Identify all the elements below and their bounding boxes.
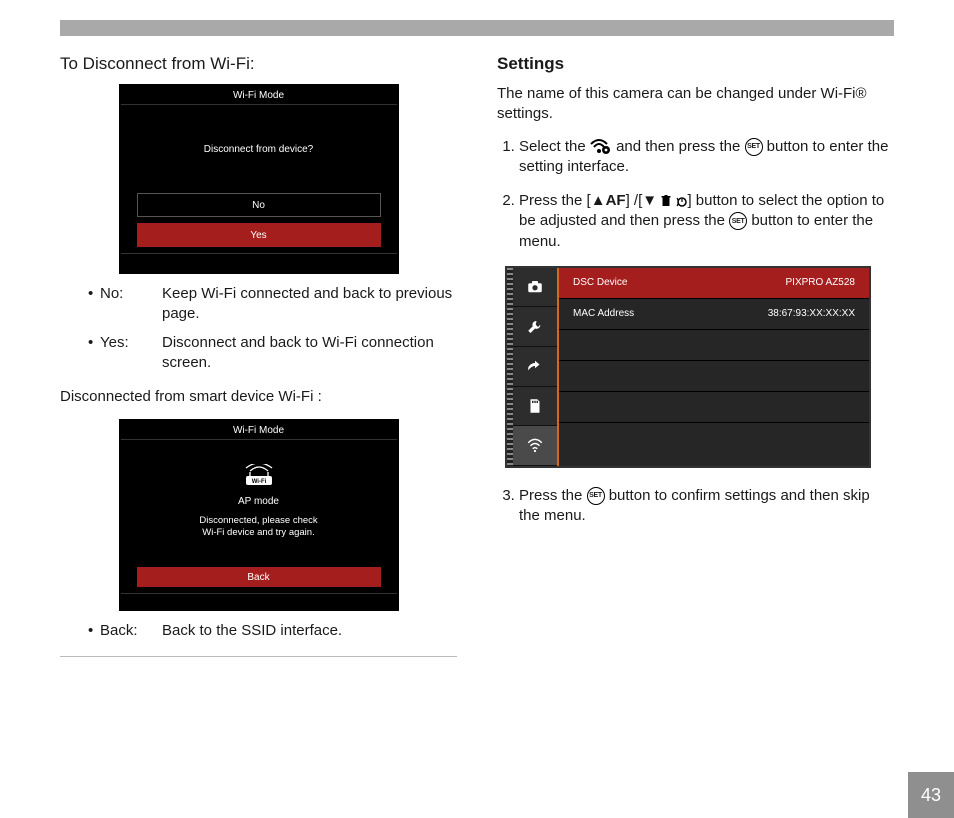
empty-row xyxy=(559,361,869,392)
tab-camera[interactable] xyxy=(513,268,557,308)
set-button-icon: SET xyxy=(587,487,605,505)
settings-list: DSC Device PIXPRO AZ528 MAC Address 38:6… xyxy=(557,268,869,466)
set-button-icon: SET xyxy=(745,138,763,156)
down-arrow-icon: ▼ xyxy=(642,192,657,209)
dsc-device-row[interactable]: DSC Device PIXPRO AZ528 xyxy=(559,268,869,299)
list-item: • Back: Back to the SSID interface. xyxy=(88,621,457,641)
tab-sd-card[interactable] xyxy=(513,387,557,427)
screen-title: Wi-Fi Mode xyxy=(121,421,397,440)
bullet-label: Back: xyxy=(100,621,162,641)
list-item: • No: Keep Wi-Fi connected and back to p… xyxy=(88,284,457,325)
trash-icon xyxy=(661,195,671,207)
header-divider-bar xyxy=(60,20,894,36)
back-button[interactable]: Back xyxy=(137,567,381,587)
row-label: DSC Device xyxy=(573,277,627,288)
list-item: • Yes: Disconnect and back to Wi-Fi conn… xyxy=(88,333,457,374)
wifi-disconnected-screen: Wi-Fi Mode Wi-Fi AP mode xyxy=(119,419,399,611)
screen-title: Wi-Fi Mode xyxy=(121,86,397,105)
timer-icon xyxy=(675,195,687,207)
bullet-text: Keep Wi-Fi connected and back to previou… xyxy=(162,284,457,325)
left-heading: To Disconnect from Wi-Fi: xyxy=(60,54,457,74)
left-column: To Disconnect from Wi-Fi: Wi-Fi Mode Dis… xyxy=(60,54,457,663)
screen-footer xyxy=(121,593,397,609)
page-number: 43 xyxy=(908,772,954,818)
screen-footer xyxy=(121,253,397,272)
bullet-label: Yes: xyxy=(100,333,162,374)
wifi-gear-icon xyxy=(590,139,612,155)
ap-mode-label: AP mode xyxy=(238,496,279,507)
row-value: 38:67:93:XX:XX:XX xyxy=(768,308,855,319)
settings-steps-cont: Press the SET button to confirm settings… xyxy=(497,486,894,527)
step-2: Press the [▲AF] /[▼ ] button to select t… xyxy=(519,191,894,252)
right-column: Settings The name of this camera can be … xyxy=(497,54,894,663)
settings-heading: Settings xyxy=(497,54,894,74)
back-explanation-list: • Back: Back to the SSID interface. xyxy=(88,621,457,641)
tab-wifi[interactable] xyxy=(513,426,557,466)
bullet-text: Disconnect and back to Wi-Fi connection … xyxy=(162,333,457,374)
router-icon: Wi-Fi xyxy=(240,464,278,488)
tab-wrench[interactable] xyxy=(513,307,557,347)
option-no[interactable]: No xyxy=(137,193,381,217)
step-1: Select the and then press the SET button… xyxy=(519,137,894,178)
row-value: PIXPRO AZ528 xyxy=(786,277,855,288)
bullet-text: Back to the SSID interface. xyxy=(162,621,457,641)
two-column-layout: To Disconnect from Wi-Fi: Wi-Fi Mode Dis… xyxy=(60,54,894,663)
row-label: MAC Address xyxy=(573,308,634,319)
tab-playback[interactable] xyxy=(513,347,557,387)
wifi-settings-menu-screen: DSC Device PIXPRO AZ528 MAC Address 38:6… xyxy=(505,266,871,468)
settings-steps: Select the and then press the SET button… xyxy=(497,137,894,252)
mac-address-row[interactable]: MAC Address 38:67:93:XX:XX:XX xyxy=(559,299,869,330)
disconnect-explanation-list: • No: Keep Wi-Fi connected and back to p… xyxy=(88,284,457,373)
empty-row xyxy=(559,392,869,423)
option-yes[interactable]: Yes xyxy=(137,223,381,247)
disconnected-message: Disconnected, please check Wi-Fi device … xyxy=(199,515,317,540)
bullet-label: No: xyxy=(100,284,162,325)
disconnect-prompt: Disconnect from device? xyxy=(121,105,397,193)
manual-page: To Disconnect from Wi-Fi: Wi-Fi Mode Dis… xyxy=(0,0,954,818)
svg-text:Wi-Fi: Wi-Fi xyxy=(251,479,266,485)
section-divider xyxy=(60,656,457,657)
step-3: Press the SET button to confirm settings… xyxy=(519,486,894,527)
settings-intro: The name of this camera can be changed u… xyxy=(497,84,894,125)
empty-row xyxy=(559,330,869,361)
up-arrow-icon: ▲ xyxy=(591,192,606,209)
wifi-disconnect-screen: Wi-Fi Mode Disconnect from device? No Ye… xyxy=(119,84,399,274)
settings-tabs xyxy=(513,268,557,466)
set-button-icon: SET xyxy=(729,212,747,230)
disconnected-subheading: Disconnected from smart device Wi-Fi : xyxy=(60,387,457,407)
